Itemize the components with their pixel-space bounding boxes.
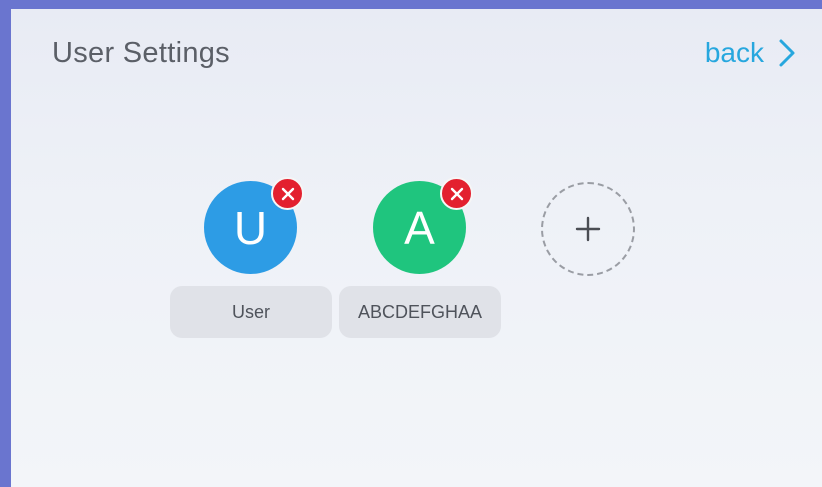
close-icon: [281, 187, 294, 200]
user-name-label[interactable]: User: [170, 286, 332, 338]
user-name: ABCDEFGHAA: [357, 301, 483, 322]
chevron-right-icon: [779, 39, 795, 67]
add-user-button[interactable]: [541, 182, 635, 276]
avatar-initial: A: [404, 201, 435, 254]
user-name-label[interactable]: ABCDEFGHAA: [339, 286, 501, 338]
avatar-initial: U: [233, 201, 268, 254]
remove-user-button[interactable]: [271, 177, 304, 210]
user-card[interactable]: A ABCDEFGHAA: [339, 177, 501, 339]
remove-user-button[interactable]: [440, 177, 473, 210]
user-card[interactable]: U User: [170, 177, 332, 339]
user-name: User: [231, 301, 270, 322]
back-button[interactable]: back: [705, 37, 796, 69]
back-label: back: [704, 37, 764, 68]
page-title: User Settings: [52, 37, 230, 69]
plus-icon: [575, 216, 601, 242]
settings-panel: User Settings back U User A ABCDEFGHAA: [11, 9, 822, 487]
close-icon: [450, 187, 463, 200]
